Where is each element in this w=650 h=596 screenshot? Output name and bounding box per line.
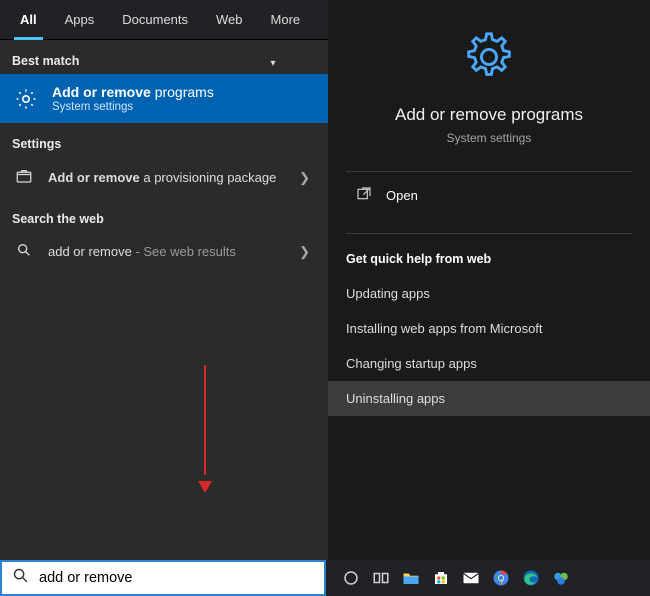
taskbar-search[interactable]	[0, 560, 326, 596]
annotation-arrow	[198, 365, 212, 493]
mail-icon[interactable]	[458, 565, 484, 591]
tab-documents[interactable]: Documents	[108, 0, 202, 40]
search-input[interactable]	[39, 570, 314, 586]
section-search-web: Search the web	[0, 198, 328, 232]
tab-more[interactable]: More ▾	[257, 0, 322, 40]
details-panel: Add or remove programs System settings O…	[328, 0, 650, 560]
open-label: Open	[386, 188, 418, 203]
best-match-subtitle: System settings	[52, 101, 214, 113]
cortana-circle-icon[interactable]	[338, 565, 364, 591]
best-match-result[interactable]: Add or remove programs System settings	[0, 74, 328, 123]
open-action[interactable]: Open	[328, 172, 650, 219]
open-icon	[356, 186, 372, 205]
chevron-right-icon: ❯	[299, 244, 316, 260]
settings-result-provisioning[interactable]: Add or remove a provisioning package ❯	[0, 157, 328, 198]
chrome-icon[interactable]	[488, 565, 514, 591]
app-icon[interactable]	[548, 565, 574, 591]
taskbar	[0, 560, 650, 596]
web-result[interactable]: add or remove - See web results ❯	[0, 232, 328, 271]
tab-web[interactable]: Web	[202, 0, 257, 40]
search-scope-tabs: All Apps Documents Web More ▾	[0, 0, 328, 40]
web-result-label: add or remove - See web results	[48, 244, 287, 259]
quick-help-header: Get quick help from web	[328, 234, 650, 276]
microsoft-store-icon[interactable]	[428, 565, 454, 591]
search-results-panel: All Apps Documents Web More ▾ Best match	[0, 0, 328, 560]
gear-icon	[12, 85, 40, 113]
search-icon	[12, 242, 36, 261]
details-subtitle: System settings	[328, 131, 650, 145]
quick-help-item[interactable]: Uninstalling apps	[328, 381, 650, 416]
package-icon	[12, 167, 36, 188]
chevron-right-icon: ❯	[299, 170, 316, 186]
details-title: Add or remove programs	[328, 105, 650, 125]
file-explorer-icon[interactable]	[398, 565, 424, 591]
best-match-title: Add or remove programs	[52, 84, 214, 100]
tab-apps[interactable]: Apps	[51, 0, 109, 40]
gear-icon	[460, 28, 518, 91]
section-best-match: Best match	[0, 40, 328, 74]
quick-help-item[interactable]: Installing web apps from Microsoft	[328, 311, 650, 346]
edge-icon[interactable]	[518, 565, 544, 591]
quick-help-item[interactable]: Updating apps	[328, 276, 650, 311]
tab-all[interactable]: All	[6, 0, 51, 40]
settings-result-label: Add or remove a provisioning package	[48, 170, 287, 185]
task-view-icon[interactable]	[368, 565, 394, 591]
search-icon	[12, 567, 29, 589]
quick-help-item[interactable]: Changing startup apps	[328, 346, 650, 381]
section-settings: Settings	[0, 123, 328, 157]
chevron-down-icon: ▾	[271, 58, 276, 69]
